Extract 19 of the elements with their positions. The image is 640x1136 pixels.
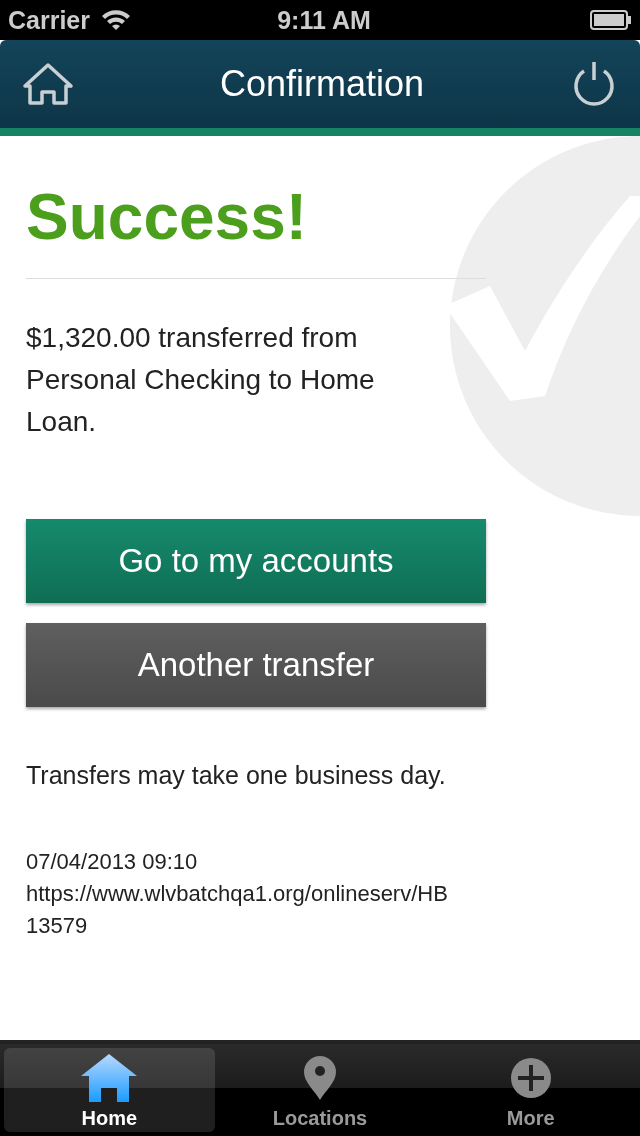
reference-text: 07/04/2013 09:10 bbox=[26, 848, 199, 876]
tab-item[interactable]: Locations bbox=[214, 1048, 426, 1132]
transfer-button[interactable]: Another transfer bbox=[26, 623, 486, 707]
transfer-note: Transfers may take one business day. bbox=[26, 761, 447, 790]
reference-text: https://www.wlvbatchqa1.org/onlineserv/HB bbox=[26, 880, 449, 908]
tab-item[interactable]: Home bbox=[4, 1048, 215, 1132]
transfer-message: $1,320.00 transferred from Personal Checking to Home Loan. bbox=[26, 321, 376, 439]
tab-item[interactable]: More bbox=[425, 1048, 636, 1132]
home-icon[interactable] bbox=[22, 62, 74, 106]
reference-text: 13579 bbox=[26, 912, 89, 940]
success-heading: Success! bbox=[26, 180, 309, 254]
screen-title: Confirmation bbox=[219, 63, 425, 105]
clock-time: 9:11 AM bbox=[277, 5, 371, 35]
accounts-button[interactable]: Go to my accounts bbox=[26, 519, 486, 603]
carrier-name: Carrier bbox=[8, 5, 90, 35]
location-pin-icon bbox=[302, 1054, 338, 1102]
battery-icon bbox=[590, 10, 632, 30]
wifi-icon bbox=[100, 8, 132, 32]
plus-icon bbox=[509, 1057, 552, 1099]
